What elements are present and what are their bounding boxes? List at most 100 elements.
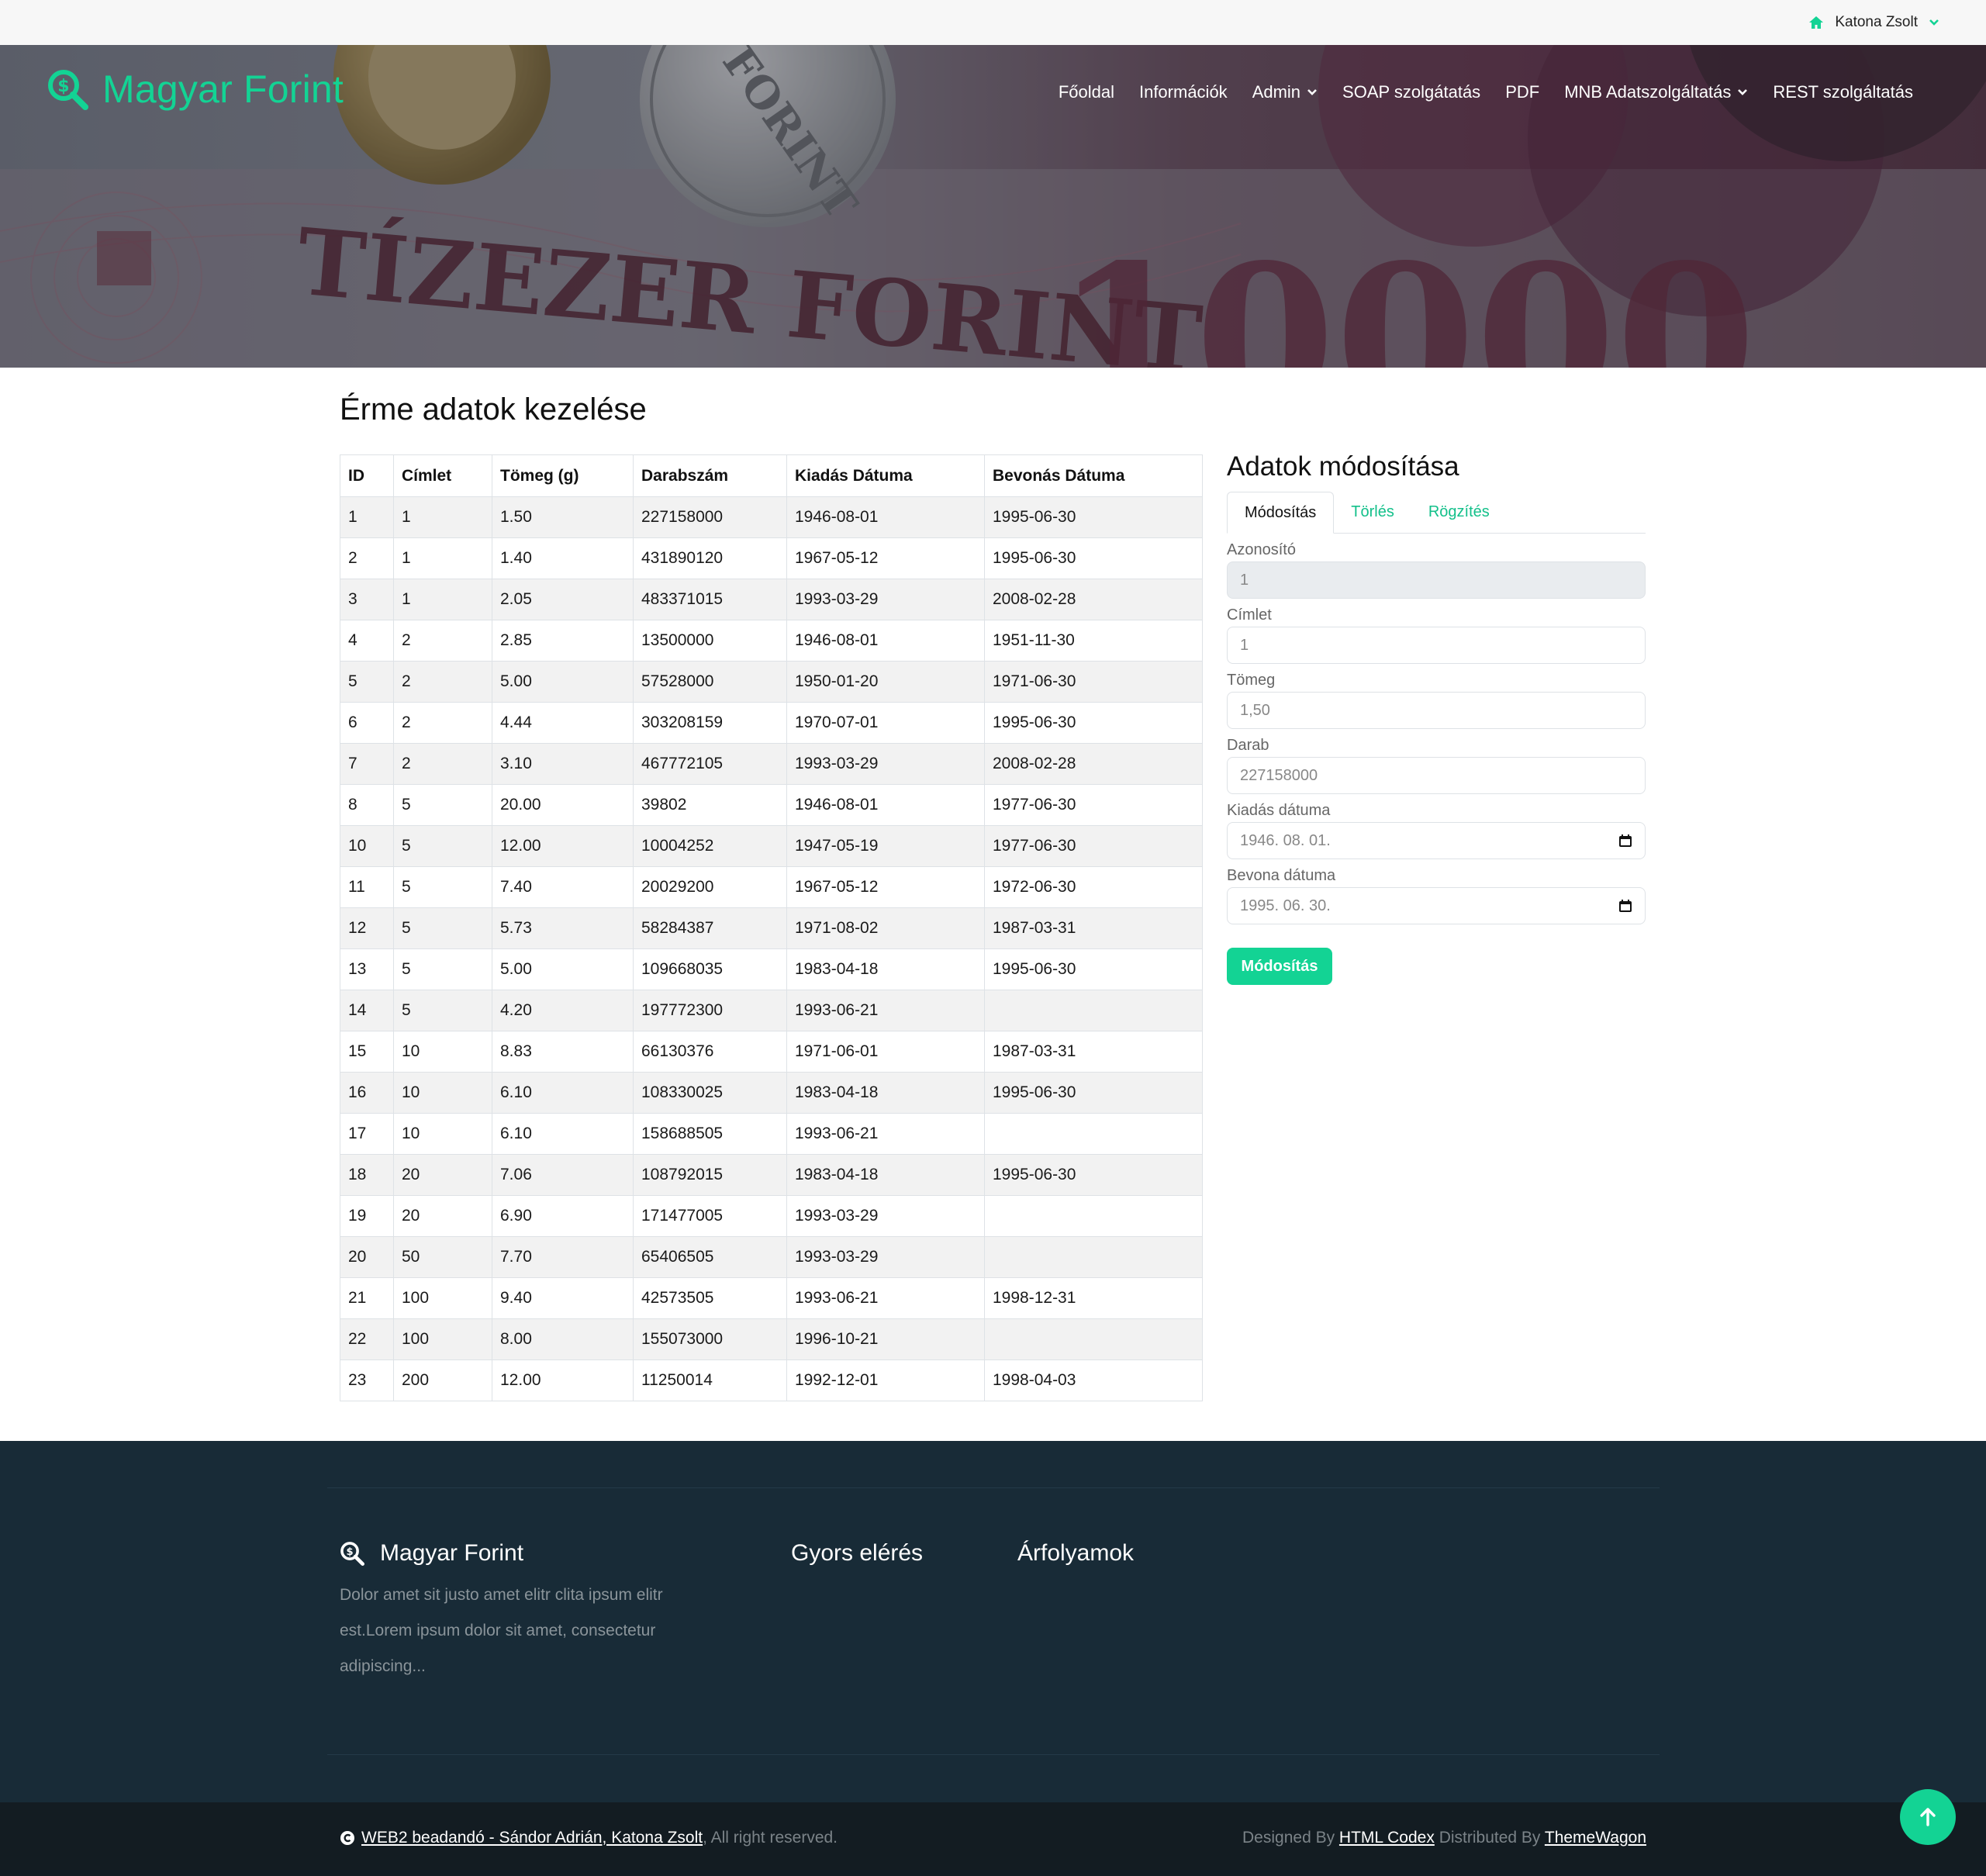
cell-weight: 8.00 [492,1318,634,1360]
cell-issue-date: 1992-12-01 [786,1359,985,1401]
cell-denomination: 2 [393,620,492,662]
withdrawal-date-label: Bevona dátuma [1227,867,1336,884]
cell-denomination: 10 [393,1031,492,1073]
cell-id: 16 [340,1072,394,1114]
cell-withdrawal-date: 1995-06-30 [984,1154,1203,1196]
table-row: 7 2 3.10 467772105 1993-03-29 2008-02-28 [340,743,1203,785]
cell-weight: 1.40 [492,537,634,579]
cell-issue-date: 1950-01-20 [786,661,985,703]
cell-id: 17 [340,1113,394,1155]
table-row: 13 5 5.00 109668035 1983-04-18 1995-06-30 [340,948,1203,990]
copyright-icon [340,1831,354,1845]
nav-item-pdf[interactable]: PDF [1505,82,1539,102]
denomination-label: Címlet [1227,606,1272,624]
weight-field[interactable]: 1,50 [1227,692,1646,729]
cell-quantity: 171477005 [633,1195,787,1237]
nav-item-home[interactable]: Főoldal [1059,82,1114,102]
nav-item-soap[interactable]: SOAP szolgátatás [1342,82,1480,102]
user-menu[interactable]: Katona Zsolt [1808,0,1939,45]
copyright-link[interactable]: WEB2 beadandó - Sándor Adrián, Katona Zs… [361,1829,703,1847]
cell-quantity: 109668035 [633,948,787,990]
cell-id: 12 [340,907,394,949]
cell-denomination: 5 [393,866,492,908]
tab-delete[interactable]: Törlés [1334,492,1411,533]
cell-id: 19 [340,1195,394,1237]
cell-quantity: 108330025 [633,1072,787,1114]
cell-id: 23 [340,1359,394,1401]
issue-date-value: 1946. 08. 01. [1240,831,1331,849]
tab-create[interactable]: Rögzítés [1411,492,1507,533]
table-row: 16 10 6.10 108330025 1983-04-18 1995-06-30 [340,1072,1203,1114]
cell-quantity: 155073000 [633,1318,787,1360]
cell-denomination: 2 [393,702,492,744]
cell-quantity: 11250014 [633,1359,787,1401]
user-name: Katona Zsolt [1835,14,1918,30]
cell-weight: 2.05 [492,579,634,620]
cell-id: 11 [340,866,394,908]
cell-withdrawal-date: 1998-12-31 [984,1277,1203,1319]
designed-by-label: Designed By [1242,1829,1339,1847]
column-header-issue-date: Kiadás Dátuma [786,454,985,497]
cell-quantity: 197772300 [633,990,787,1031]
withdrawal-date-field[interactable]: 1995. 06. 30. [1227,887,1646,924]
cell-withdrawal-date: 1995-06-30 [984,496,1203,538]
table-row: 21 100 9.40 42573505 1993-06-21 1998-12-31 [340,1277,1203,1319]
issue-date-field[interactable]: 1946. 08. 01. [1227,822,1646,859]
cell-issue-date: 1946-08-01 [786,496,985,538]
brand-logo[interactable]: $ Magyar Forint [47,67,344,112]
brand-name: Magyar Forint [102,67,344,111]
nav-item-rest[interactable]: REST szolgáltatás [1773,82,1913,102]
back-to-top-button[interactable] [1900,1789,1956,1845]
cell-denomination: 2 [393,743,492,785]
cell-quantity: 13500000 [633,620,787,662]
nav-item-mnb[interactable]: MNB Adatszolgáltatás [1564,82,1748,102]
cell-withdrawal-date [984,990,1203,1031]
footer-divider [327,1754,1660,1755]
hero-banner: TÍZEZER FORINT 10000 FORINT $ Magyar For… [0,45,1986,368]
copyright-bar: WEB2 beadandó - Sándor Adrián, Katona Zs… [0,1802,1986,1876]
nav-item-info[interactable]: Információk [1139,82,1228,102]
cell-issue-date: 1993-03-29 [786,1195,985,1237]
cell-weight: 6.10 [492,1113,634,1155]
quantity-field[interactable]: 227158000 [1227,757,1646,794]
cell-id: 7 [340,743,394,785]
cell-withdrawal-date: 1995-06-30 [984,948,1203,990]
cell-quantity: 467772105 [633,743,787,785]
calendar-icon[interactable] [1618,899,1632,913]
denomination-field[interactable]: 1 [1227,627,1646,664]
cell-weight: 5.00 [492,948,634,990]
designer-link[interactable]: HTML Codex [1339,1829,1435,1847]
cell-id: 5 [340,661,394,703]
cell-issue-date: 1993-06-21 [786,1277,985,1319]
cell-weight: 5.73 [492,907,634,949]
footer-brand: $ Magyar Forint [340,1540,523,1567]
nav-label: MNB Adatszolgáltatás [1564,82,1732,102]
withdrawal-date-value: 1995. 06. 30. [1240,897,1331,914]
nav-label: Főoldal [1058,82,1114,102]
modify-button[interactable]: Módosítás [1227,948,1332,985]
weight-label: Tömeg [1227,672,1276,689]
footer-brand-name: Magyar Forint [380,1540,524,1566]
cell-weight: 12.00 [492,1359,634,1401]
cell-quantity: 431890120 [633,537,787,579]
table-row: 20 50 7.70 65406505 1993-03-29 [340,1236,1203,1278]
cell-denomination: 5 [393,825,492,867]
cell-id: 20 [340,1236,394,1278]
cell-withdrawal-date [984,1318,1203,1360]
cell-withdrawal-date [984,1113,1203,1155]
distributor-link[interactable]: ThemeWagon [1545,1829,1646,1847]
cell-id: 13 [340,948,394,990]
issue-date-label: Kiadás dátuma [1227,802,1331,819]
tab-modify[interactable]: Módosítás [1227,492,1335,534]
cell-weight: 7.70 [492,1236,634,1278]
calendar-icon[interactable] [1618,834,1632,848]
cell-denomination: 5 [393,948,492,990]
cell-withdrawal-date: 2008-02-28 [984,579,1203,620]
cell-issue-date: 1967-05-12 [786,537,985,579]
table-row: 23 200 12.00 11250014 1992-12-01 1998-04-03 [340,1359,1203,1401]
id-field: 1 [1227,561,1646,599]
chevron-down-icon [1738,89,1748,95]
quantity-label: Darab [1227,737,1269,754]
nav-item-admin[interactable]: Admin [1252,82,1318,102]
cell-weight: 20.00 [492,784,634,826]
